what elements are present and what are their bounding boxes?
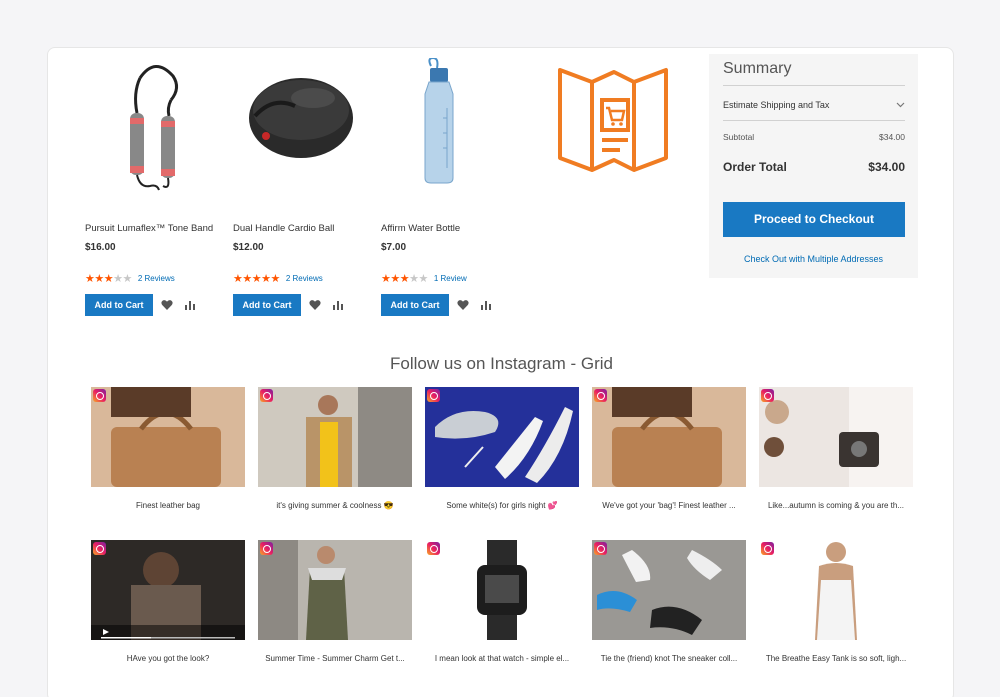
rating-stars-icon: ★★★★★	[233, 273, 280, 285]
instagram-post[interactable]: I mean look at that watch - simple el...	[425, 540, 579, 663]
add-to-cart-button[interactable]: Add to Cart	[381, 294, 449, 316]
instagram-post[interactable]: it's giving summer & coolness 😎	[258, 387, 412, 510]
divider	[723, 85, 905, 86]
post-video[interactable]	[91, 540, 245, 640]
instagram-icon	[594, 542, 607, 555]
post-image[interactable]	[258, 540, 412, 640]
post-caption: Finest leather bag	[135, 501, 201, 510]
instagram-post[interactable]: The Breathe Easy Tank is so soft, ligh..…	[759, 540, 913, 663]
post-image[interactable]	[759, 540, 913, 640]
product-price: $16.00	[85, 242, 116, 253]
subtotal-value: $34.00	[879, 132, 905, 142]
instagram-icon	[761, 389, 774, 402]
product-rating: ★★★★★ 2 Reviews	[233, 272, 323, 285]
rating-stars-icon: ★★★★★	[85, 273, 132, 285]
instagram-icon	[93, 389, 106, 402]
post-image[interactable]	[258, 387, 412, 487]
summary-title: Summary	[723, 60, 792, 77]
shopping-brochure-icon	[558, 68, 668, 172]
product-image-cardio-ball[interactable]	[233, 58, 373, 193]
reviews-link[interactable]: 1 Review	[434, 274, 467, 283]
divider	[723, 120, 905, 121]
instagram-icon	[761, 542, 774, 555]
subtotal-label: Subtotal	[723, 132, 755, 142]
order-total-value: $34.00	[868, 160, 905, 174]
product-rating: ★★★★★ 1 Review	[381, 272, 467, 285]
order-total-label: Order Total	[723, 160, 787, 174]
product-price: $12.00	[233, 242, 264, 253]
instagram-post[interactable]: Like...autumn is coming & you are th...	[759, 387, 913, 510]
add-to-cart-button[interactable]: Add to Cart	[85, 294, 153, 316]
post-caption: We've got your 'bag'! Finest leather ...	[602, 501, 736, 510]
instagram-icon	[427, 542, 440, 555]
estimate-shipping-toggle[interactable]: Estimate Shipping and Tax	[723, 100, 905, 110]
product-price: $7.00	[381, 242, 407, 253]
heart-icon[interactable]	[457, 299, 469, 311]
instagram-icon	[260, 542, 273, 555]
post-image[interactable]	[425, 387, 579, 487]
product-image-water-bottle[interactable]	[381, 58, 521, 193]
product-actions: Add to Cart	[381, 294, 491, 316]
compare-icon[interactable]	[333, 300, 343, 310]
post-caption: Tie the (friend) knot The sneaker coll..…	[600, 654, 738, 663]
multiple-addresses-link[interactable]: Check Out with Multiple Addresses	[709, 254, 918, 264]
post-image[interactable]	[425, 540, 579, 640]
order-summary: Summary Estimate Shipping and Tax Subtot…	[709, 54, 918, 278]
product-rating: ★★★★★ 2 Reviews	[85, 272, 175, 285]
product-name[interactable]: Affirm Water Bottle	[381, 223, 460, 234]
product-name[interactable]: Pursuit Lumaflex™ Tone Band	[85, 223, 213, 234]
post-image[interactable]	[759, 387, 913, 487]
heart-icon[interactable]	[161, 299, 173, 311]
post-caption: Summer Time - Summer Charm Get t...	[265, 654, 405, 663]
page-card: Pursuit Lumaflex™ Tone Band $16.00 ★★★★★…	[47, 47, 954, 697]
post-caption: I mean look at that watch - simple el...	[434, 654, 570, 663]
add-to-cart-button[interactable]: Add to Cart	[233, 294, 301, 316]
instagram-icon	[427, 389, 440, 402]
instagram-post[interactable]: We've got your 'bag'! Finest leather ...	[592, 387, 746, 510]
instagram-icon	[594, 389, 607, 402]
instagram-post[interactable]: Finest leather bag	[91, 387, 245, 510]
heart-icon[interactable]	[309, 299, 321, 311]
product-actions: Add to Cart	[85, 294, 195, 316]
subtotal-row: Subtotal $34.00	[723, 132, 905, 142]
proceed-to-checkout-button[interactable]: Proceed to Checkout	[723, 202, 905, 237]
instagram-post[interactable]: HAve you got the look?	[91, 540, 245, 663]
compare-icon[interactable]	[185, 300, 195, 310]
instagram-post[interactable]: Tie the (friend) knot The sneaker coll..…	[592, 540, 746, 663]
post-image[interactable]	[592, 387, 746, 487]
product-name[interactable]: Dual Handle Cardio Ball	[233, 223, 334, 234]
reviews-link[interactable]: 2 Reviews	[286, 274, 323, 283]
estimate-shipping-label: Estimate Shipping and Tax	[723, 100, 830, 110]
compare-icon[interactable]	[481, 300, 491, 310]
product-image-tone-band[interactable]	[85, 58, 225, 193]
post-caption: Some white(s) for girls night 💕	[446, 501, 558, 510]
product-actions: Add to Cart	[233, 294, 343, 316]
reviews-link[interactable]: 2 Reviews	[138, 274, 175, 283]
instagram-section-title: Follow us on Instagram - Grid	[390, 354, 613, 373]
post-caption: The Breathe Easy Tank is so soft, ligh..…	[765, 654, 907, 663]
post-caption: HAve you got the look?	[126, 654, 210, 663]
instagram-post[interactable]: Summer Time - Summer Charm Get t...	[258, 540, 412, 663]
order-total-row: Order Total $34.00	[723, 160, 905, 174]
rating-stars-icon: ★★★★★	[381, 273, 428, 285]
post-caption: it's giving summer & coolness 😎	[276, 501, 394, 510]
post-image[interactable]	[91, 387, 245, 487]
post-caption: Like...autumn is coming & you are th...	[767, 501, 905, 510]
instagram-post[interactable]: Some white(s) for girls night 💕	[425, 387, 579, 510]
post-image[interactable]	[592, 540, 746, 640]
instagram-icon	[93, 542, 106, 555]
chevron-down-icon	[896, 102, 905, 108]
instagram-icon	[260, 389, 273, 402]
